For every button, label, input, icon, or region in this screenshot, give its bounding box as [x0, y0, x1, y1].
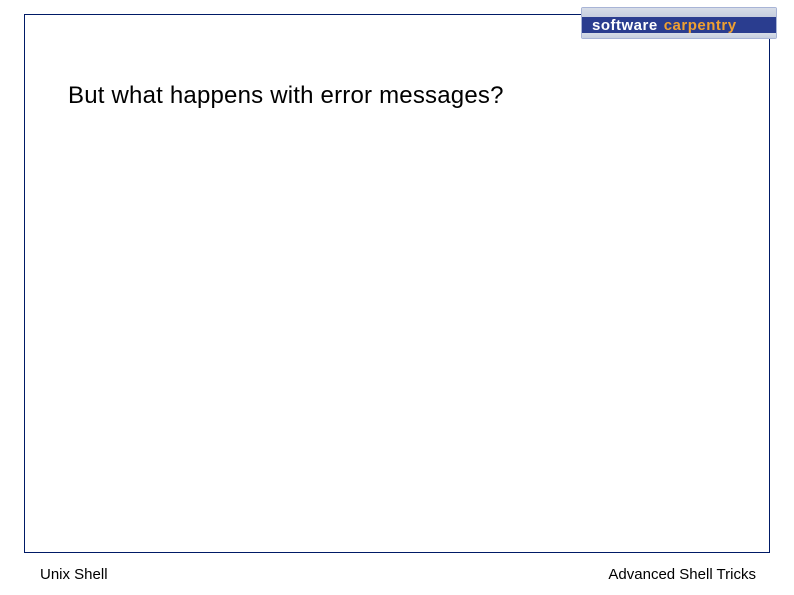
logo-bottom-stripe — [582, 33, 776, 38]
slide-frame — [24, 14, 770, 553]
footer-right-text: Advanced Shell Tricks — [608, 566, 756, 583]
logo-word-carpentry: carpentry — [664, 17, 737, 34]
logo-software-carpentry: software carpentry — [581, 7, 777, 39]
footer-left-text: Unix Shell — [40, 566, 108, 583]
logo-text-row: software carpentry — [582, 17, 776, 33]
logo-word-software: software — [592, 17, 658, 34]
